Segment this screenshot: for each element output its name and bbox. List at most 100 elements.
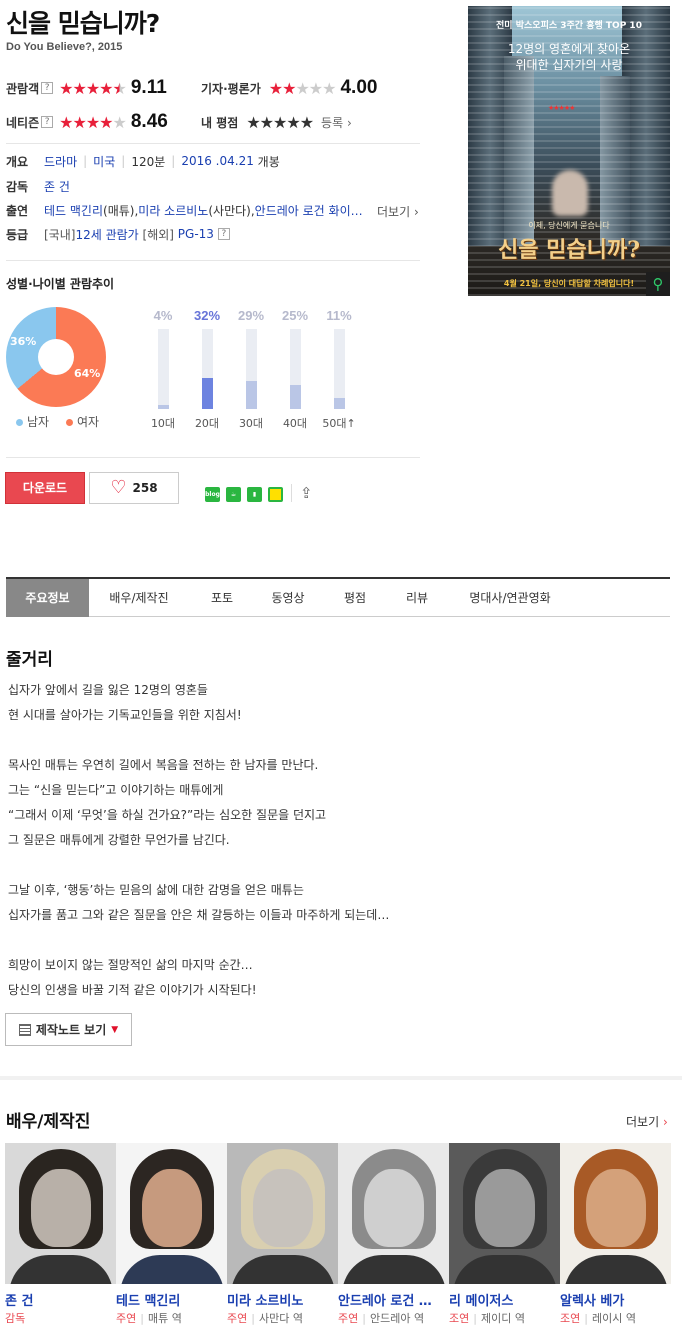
photo-face: [253, 1169, 313, 1247]
share-icon[interactable]: ⇪: [300, 484, 313, 502]
photo-body: [453, 1255, 557, 1284]
movie-title: 신을 믿습니까?: [6, 9, 160, 38]
synopsis-line: [8, 728, 428, 753]
my-rating: 내 평점 ★★★★★ 등록 ›: [201, 111, 352, 133]
production-note-button[interactable]: 제작노트 보기 ▼: [5, 1013, 132, 1046]
synopsis-line: 당신의 인생을 바꿀 기적 같은 이야기가 시작된다!: [8, 983, 257, 997]
grade-intl-link[interactable]: PG-13: [178, 227, 214, 241]
grade-kr-link[interactable]: 12세 관람가: [75, 226, 138, 243]
cast-role-text: (매튜),: [103, 203, 139, 218]
cast-kind: 주연: [227, 1312, 248, 1325]
synopsis-line: [8, 853, 428, 878]
heart-icon: ♡: [110, 477, 127, 498]
country-link[interactable]: 미국: [93, 153, 115, 170]
cast-name-link[interactable]: 존 건: [5, 1290, 33, 1309]
poster-release: 4월 21일, 당신이 대답할 차례입니다!: [503, 279, 635, 288]
help-icon[interactable]: ?: [41, 82, 54, 94]
cast-link-1[interactable]: 테드 맥긴리: [44, 202, 103, 219]
download-button[interactable]: 다운로드: [5, 472, 85, 504]
divider: [6, 143, 420, 144]
register-rating-link[interactable]: 등록 ›: [321, 114, 352, 131]
director-link[interactable]: 존 건: [44, 178, 70, 195]
memo-share-icon[interactable]: [268, 487, 283, 502]
cast-name-link[interactable]: 안드레아 로건 …: [338, 1290, 432, 1309]
section-divider: [0, 1076, 682, 1080]
like-button[interactable]: ♡ 258: [89, 472, 179, 504]
cast-link-2[interactable]: 미라 소르비노: [138, 202, 208, 219]
cast-photo[interactable]: [116, 1143, 227, 1284]
age-pct: 11%: [326, 308, 352, 323]
age-pct: 32%: [193, 308, 221, 323]
cafe-share-icon[interactable]: ☕: [226, 487, 241, 502]
cast-kind: 주연: [338, 1312, 359, 1325]
cast-more-link[interactable]: 더보기 ›: [626, 1113, 668, 1130]
female-pct: 64%: [74, 367, 101, 380]
grade-intl-prefix: [해외]: [138, 227, 178, 242]
cast-photo[interactable]: [560, 1143, 671, 1284]
critic-rating: 기자·평론가 ★★★★★ 4.00: [201, 77, 377, 99]
cast-character: 사만다 역: [258, 1312, 303, 1325]
netizen-label: 네티즌: [6, 115, 40, 130]
cast-photo[interactable]: [227, 1143, 338, 1284]
grade-kr-prefix: [국내]: [44, 227, 76, 242]
photo-face: [586, 1169, 646, 1247]
help-icon[interactable]: ?: [41, 116, 54, 128]
movie-poster[interactable]: 전미 박스오피스 3주간 흥행 TOP 10 12명의 영혼에게 찾아온 위대한…: [468, 6, 670, 296]
tab-ratings[interactable]: 평점: [321, 579, 389, 617]
cast-kind: 조연: [449, 1312, 470, 1325]
age-label: 50대↑: [322, 417, 356, 430]
my-rating-label: 내 평점: [201, 115, 239, 130]
cast-more-link[interactable]: 더보기 ›: [377, 203, 419, 220]
bookmark-share-icon[interactable]: ▮: [247, 487, 262, 502]
zoom-icon[interactable]: ⚲: [646, 272, 670, 296]
cast-label: 출연: [6, 203, 29, 218]
my-rating-stars[interactable]: ★★★★★: [246, 113, 314, 132]
cast-photo[interactable]: [338, 1143, 449, 1284]
tab-cast-crew[interactable]: 배우/제작진: [89, 579, 189, 617]
poster-tagline: 전미 박스오피스 3주간 흥행 TOP 10: [496, 21, 642, 31]
age-label: 30대: [238, 417, 264, 430]
tab-photo[interactable]: 포토: [189, 579, 255, 617]
cast-name-link[interactable]: 테드 맥긴리: [116, 1290, 180, 1309]
age-label: 20대: [194, 417, 220, 430]
age-bar: [157, 329, 169, 409]
synopsis-line: 십자가 앞에서 길을 잃은 12명의 영혼들: [8, 683, 208, 697]
poster-person: [552, 170, 588, 216]
cast-link-3[interactable]: 안드레아 로건 화이…: [255, 202, 363, 219]
critic-score: 4.00: [340, 77, 378, 98]
age-pct: 4%: [153, 308, 173, 323]
donut-hole: [38, 339, 74, 375]
cast-name-link[interactable]: 리 메이저스: [449, 1290, 513, 1309]
poster-tagline: 위대한 십자가의 사랑: [515, 58, 623, 72]
tab-main-info[interactable]: 주요정보: [6, 579, 89, 617]
divider: [6, 260, 420, 261]
cast-role: 조연 | 레이시 역: [560, 1312, 636, 1325]
photo-face: [364, 1169, 424, 1247]
age-bar-group: 11% 50대↑: [319, 308, 359, 431]
genre-link[interactable]: 드라마: [44, 153, 77, 170]
cast-role: 주연 | 매튜 역: [116, 1312, 182, 1325]
synopsis-line: 십자가를 품고 그와 같은 질문을 안은 채 갈등하는 이들과 마주하게 되는데…: [8, 908, 390, 922]
help-icon[interactable]: ?: [217, 228, 230, 240]
like-count: 258: [132, 481, 158, 495]
age-bar: [333, 329, 345, 409]
cast-kind: 조연: [560, 1312, 581, 1325]
cast-photo[interactable]: [449, 1143, 560, 1284]
release-suffix: 개봉: [257, 154, 280, 169]
audience-score: 9.11: [130, 77, 167, 98]
divider: [6, 457, 420, 458]
release-date-link[interactable]: 2016 .04.21: [181, 154, 254, 168]
netizen-rating: 네티즌 ? ★★★★★ 8.46: [6, 111, 168, 133]
cast-photo[interactable]: [5, 1143, 116, 1284]
photo-face: [31, 1169, 91, 1247]
tab-quotes-related[interactable]: 명대사/연관영화: [445, 579, 575, 617]
cast-name-link[interactable]: 알렉사 베가: [560, 1290, 624, 1309]
synopsis-line: 그 질문은 매튜에게 강렬한 무언가를 남긴다.: [8, 833, 230, 847]
demographics-title: 성별·나이별 관람추이: [6, 277, 115, 291]
cast-row: 출연 테드 맥긴리 (매튜), 미라 소르비노 (사만다), 안드레아 로건 화이…: [6, 201, 363, 219]
blog-share-icon[interactable]: blog: [205, 487, 220, 502]
photo-body: [342, 1255, 446, 1284]
tab-reviews[interactable]: 리뷰: [389, 579, 445, 617]
cast-name-link[interactable]: 미라 소르비노: [227, 1290, 303, 1309]
tab-video[interactable]: 동영상: [255, 579, 321, 617]
